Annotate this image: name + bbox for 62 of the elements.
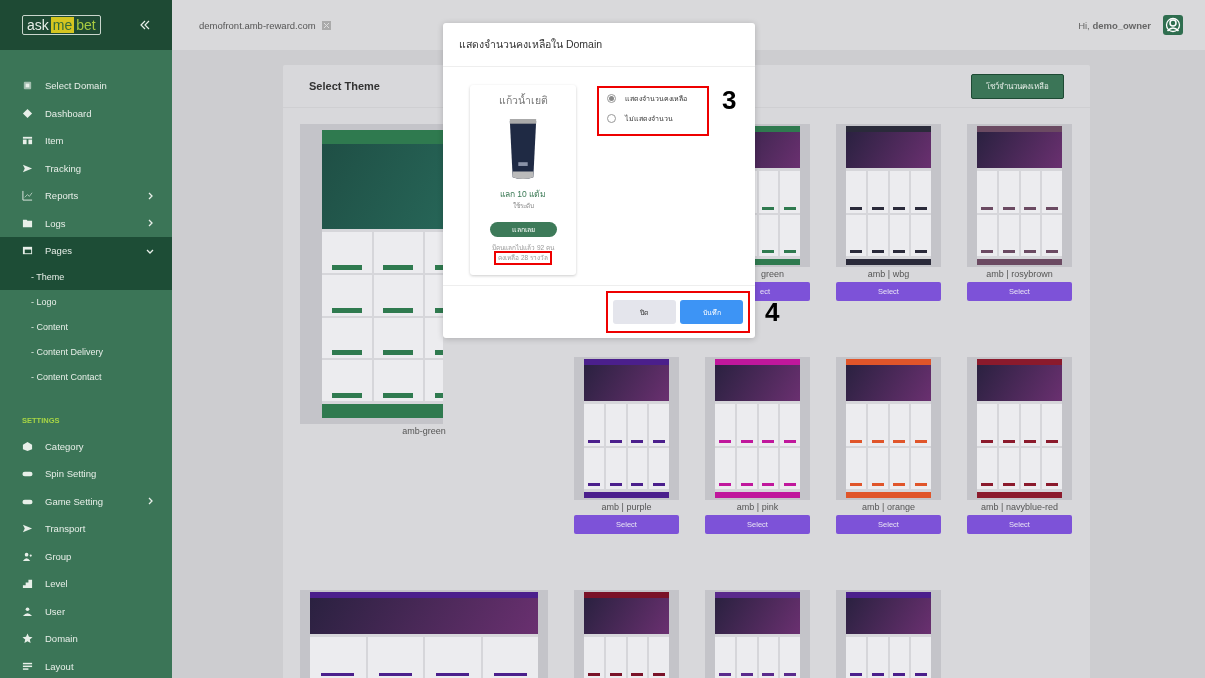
send-icon: [22, 162, 33, 174]
box-icon: [22, 440, 33, 452]
avatar-icon[interactable]: [1163, 15, 1183, 35]
logo-word: bet: [75, 17, 97, 33]
sidebar-item[interactable]: Spin Setting: [0, 460, 172, 488]
user-icon: [22, 605, 33, 617]
sidebar-subitem[interactable]: - Content Delivery: [0, 339, 172, 365]
show-stock-button[interactable]: โชว์จำนวนคงเหลือ: [971, 73, 1064, 99]
theme-name: green: [759, 269, 785, 279]
sidebar-item[interactable]: Group: [0, 542, 172, 570]
logo-word: me: [50, 17, 75, 33]
sidebar-item[interactable]: Transport: [0, 515, 172, 543]
sidebar-item[interactable]: Reports: [0, 182, 172, 210]
star-icon: [22, 633, 33, 645]
theme-name: amb | pink: [735, 502, 780, 512]
sidebar-subitem[interactable]: - Content: [0, 314, 172, 340]
sidebar-item[interactable]: Logs: [0, 209, 172, 237]
chevron-icon: [146, 497, 154, 506]
sidebar-subitem[interactable]: - Theme: [0, 264, 172, 290]
chevron-icon: [146, 191, 154, 200]
theme-name: amb-green: [401, 426, 447, 436]
window-icon: [22, 245, 33, 257]
sidebar-item[interactable]: User: [0, 597, 172, 625]
panel-title: Select Theme: [309, 80, 380, 92]
points-text: แลก 10 แต้ม: [499, 188, 547, 201]
theme-name: amb | purple: [600, 502, 653, 512]
sidebar-item[interactable]: Level: [0, 570, 172, 598]
diamond-icon: [22, 107, 33, 119]
theme-name: amb | orange: [861, 502, 916, 512]
square-icon: [22, 80, 33, 92]
sidebar-item[interactable]: Game Setting: [0, 487, 172, 515]
step-number: 4: [765, 299, 780, 325]
step-number: 3: [722, 87, 737, 113]
folder-icon: [22, 217, 33, 229]
greeting-text: Hi, demo_owner: [1078, 19, 1151, 31]
chart-icon: [22, 190, 33, 202]
sidebar-item[interactable]: Dashboard: [0, 99, 172, 127]
collapse-icon[interactable]: [140, 20, 150, 30]
chevron-icon: [146, 219, 154, 228]
logo-word: ask: [26, 17, 50, 33]
sidebar-item[interactable]: Layout: [0, 652, 172, 678]
theme-name: amb | wbg: [866, 269, 911, 279]
tumbler-icon: [507, 119, 539, 181]
sidebar-item[interactable]: Category: [0, 432, 172, 460]
table-icon: [22, 135, 33, 147]
sidebar-item[interactable]: Select Domain: [0, 72, 172, 100]
domain-text: demofront.amb-reward.com: [199, 19, 316, 31]
sidebar-item[interactable]: Item: [0, 127, 172, 155]
send-icon: [22, 523, 33, 535]
users-icon: [22, 550, 33, 562]
theme-name: amb | navyblue-red: [980, 502, 1059, 512]
theme-name: amb | rosybrown: [985, 269, 1054, 279]
sidebar-subitem[interactable]: - Logo: [0, 289, 172, 315]
stairs-icon: [22, 578, 33, 590]
modal-title: แสดงจำนวนคงเหลือใน Domain: [443, 23, 755, 67]
sidebar-subitem[interactable]: - Content Contact: [0, 364, 172, 390]
sidebar-item[interactable]: Tracking: [0, 154, 172, 182]
list-icon: [22, 660, 33, 672]
radio-icon[interactable]: [607, 94, 616, 103]
product-name: แก้วน้ำเยติ: [498, 92, 548, 108]
sidebar-item[interactable]: Pages: [0, 237, 172, 265]
sidebar-item[interactable]: Domain: [0, 625, 172, 653]
